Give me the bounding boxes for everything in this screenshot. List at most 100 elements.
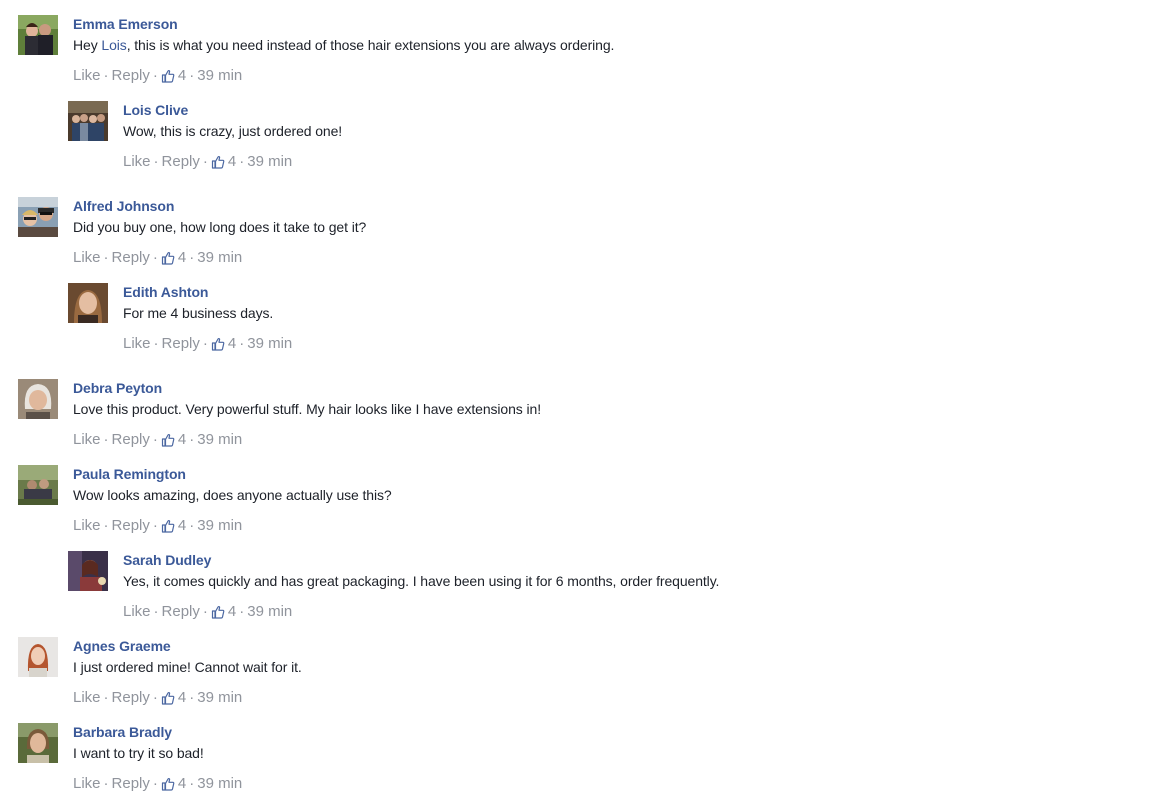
thumbs-up-icon bbox=[161, 691, 175, 705]
comment-text-rest: , this is what you need instead of those… bbox=[126, 37, 615, 53]
comment-text: Love this product. Very powerful stuff. … bbox=[73, 401, 541, 417]
separator-dot: · bbox=[189, 67, 195, 84]
commenter-name[interactable]: Alfred Johnson bbox=[73, 198, 174, 214]
avatar[interactable] bbox=[18, 379, 58, 419]
like-link[interactable]: Like bbox=[123, 153, 151, 170]
like-count-value: 4 bbox=[177, 775, 187, 792]
separator-dot: · bbox=[153, 335, 159, 352]
separator-dot: · bbox=[152, 249, 158, 266]
like-count[interactable]: 4 bbox=[161, 775, 186, 792]
like-link[interactable]: Like bbox=[123, 603, 151, 620]
reply-link[interactable]: Reply bbox=[162, 335, 200, 352]
comment-time: 39 min bbox=[197, 689, 243, 706]
separator-dot: · bbox=[103, 249, 109, 266]
separator-dot: · bbox=[239, 153, 245, 170]
separator-dot: · bbox=[153, 603, 159, 620]
thumbs-up-icon bbox=[161, 433, 175, 447]
comment-text: I just ordered mine! Cannot wait for it. bbox=[73, 659, 302, 675]
like-link[interactable]: Like bbox=[123, 335, 151, 352]
commenter-name[interactable]: Lois Clive bbox=[123, 102, 188, 118]
separator-dot: · bbox=[152, 689, 158, 706]
comment-actions: Like · Reply · 4 · 39 min bbox=[73, 249, 242, 266]
avatar[interactable] bbox=[68, 101, 108, 141]
commenter-name[interactable]: Barbara Bradly bbox=[73, 724, 172, 740]
avatar[interactable] bbox=[68, 283, 108, 323]
comment-text: Yes, it comes quickly and has great pack… bbox=[123, 573, 720, 589]
like-count[interactable]: 4 bbox=[161, 67, 186, 84]
avatar[interactable] bbox=[18, 723, 58, 763]
commenter-name[interactable]: Agnes Graeme bbox=[73, 638, 171, 654]
like-count[interactable]: 4 bbox=[211, 603, 236, 620]
reply-link[interactable]: Reply bbox=[112, 431, 150, 448]
like-count-value: 4 bbox=[177, 431, 187, 448]
separator-dot: · bbox=[152, 67, 158, 84]
comment-time: 39 min bbox=[197, 517, 243, 534]
like-link[interactable]: Like bbox=[73, 775, 101, 792]
avatar[interactable] bbox=[18, 15, 58, 55]
separator-dot: · bbox=[189, 517, 195, 534]
separator-dot: · bbox=[103, 689, 109, 706]
reply-link[interactable]: Reply bbox=[112, 249, 150, 266]
like-count[interactable]: 4 bbox=[211, 335, 236, 352]
reply-link[interactable]: Reply bbox=[112, 67, 150, 84]
like-link[interactable]: Like bbox=[73, 689, 101, 706]
like-count[interactable]: 4 bbox=[161, 517, 186, 534]
thumbs-up-icon bbox=[161, 777, 175, 791]
like-link[interactable]: Like bbox=[73, 517, 101, 534]
comment-time: 39 min bbox=[197, 67, 243, 84]
commenter-name[interactable]: Sarah Dudley bbox=[123, 552, 211, 568]
comment-time: 39 min bbox=[197, 775, 243, 792]
comment-actions: Like · Reply · 4 · 39 min bbox=[123, 335, 292, 352]
thumbs-up-icon bbox=[161, 519, 175, 533]
reply-link[interactable]: Reply bbox=[162, 153, 200, 170]
thumbs-up-icon bbox=[211, 337, 225, 351]
like-count[interactable]: 4 bbox=[161, 431, 186, 448]
reply-link[interactable]: Reply bbox=[112, 689, 150, 706]
commenter-name[interactable]: Edith Ashton bbox=[123, 284, 208, 300]
like-count[interactable]: 4 bbox=[161, 689, 186, 706]
comment-text: I want to try it so bad! bbox=[73, 745, 204, 761]
comment-time: 39 min bbox=[247, 153, 293, 170]
comment-actions: Like · Reply · 4 · 39 min bbox=[73, 689, 242, 706]
separator-dot: · bbox=[202, 335, 208, 352]
avatar[interactable] bbox=[18, 637, 58, 677]
comment-actions: Like · Reply · 4 · 39 min bbox=[73, 67, 242, 84]
like-count-value: 4 bbox=[227, 153, 237, 170]
reply-link[interactable]: Reply bbox=[112, 775, 150, 792]
commenter-name[interactable]: Emma Emerson bbox=[73, 16, 178, 32]
comment-text: For me 4 business days. bbox=[123, 305, 274, 321]
comment-time: 39 min bbox=[197, 431, 243, 448]
like-count-value: 4 bbox=[177, 67, 187, 84]
comment-actions: Like · Reply · 4 · 39 min bbox=[123, 603, 292, 620]
separator-dot: · bbox=[103, 775, 109, 792]
like-count-value: 4 bbox=[177, 517, 187, 534]
like-count[interactable]: 4 bbox=[161, 249, 186, 266]
commenter-name[interactable]: Debra Peyton bbox=[73, 380, 162, 396]
like-count-value: 4 bbox=[177, 689, 187, 706]
separator-dot: · bbox=[153, 153, 159, 170]
comment-time: 39 min bbox=[247, 603, 293, 620]
comment-text: Hey Lois, this is what you need instead … bbox=[73, 37, 614, 53]
avatar[interactable] bbox=[68, 551, 108, 591]
like-link[interactable]: Like bbox=[73, 249, 101, 266]
separator-dot: · bbox=[189, 689, 195, 706]
like-link[interactable]: Like bbox=[73, 67, 101, 84]
separator-dot: · bbox=[202, 603, 208, 620]
separator-dot: · bbox=[189, 775, 195, 792]
mention-link[interactable]: Lois bbox=[101, 37, 126, 53]
avatar[interactable] bbox=[18, 197, 58, 237]
separator-dot: · bbox=[103, 431, 109, 448]
thumbs-up-icon bbox=[211, 155, 225, 169]
comment-text: Wow looks amazing, does anyone actually … bbox=[73, 487, 392, 503]
reply-link[interactable]: Reply bbox=[112, 517, 150, 534]
comment-time: 39 min bbox=[197, 249, 243, 266]
like-count[interactable]: 4 bbox=[211, 153, 236, 170]
separator-dot: · bbox=[152, 775, 158, 792]
separator-dot: · bbox=[152, 431, 158, 448]
reply-link[interactable]: Reply bbox=[162, 603, 200, 620]
avatar[interactable] bbox=[18, 465, 58, 505]
comment-time: 39 min bbox=[247, 335, 293, 352]
like-link[interactable]: Like bbox=[73, 431, 101, 448]
thumbs-up-icon bbox=[161, 251, 175, 265]
commenter-name[interactable]: Paula Remington bbox=[73, 466, 186, 482]
